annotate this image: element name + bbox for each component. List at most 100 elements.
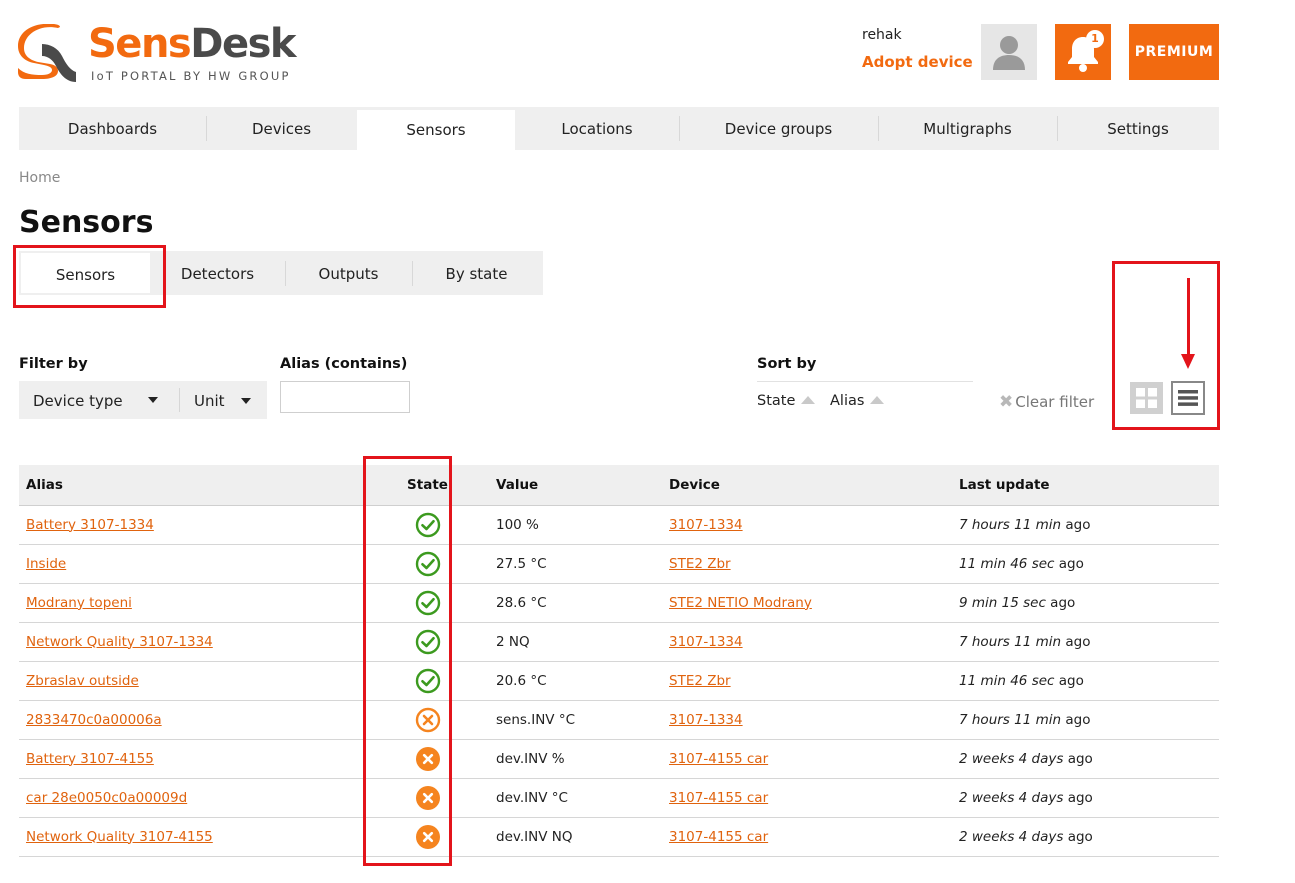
last-update-suffix: ago xyxy=(1061,711,1091,728)
cell-alias: Inside xyxy=(19,544,366,584)
cell-device: 3107-4155 car xyxy=(662,778,952,818)
sort-state-label: State xyxy=(757,393,796,409)
last-update-time: 2 weeks 4 days xyxy=(959,750,1064,767)
column-header-value[interactable]: Value xyxy=(489,465,662,506)
premium-button[interactable]: PREMIUM xyxy=(1129,24,1219,80)
list-view-icon xyxy=(1178,390,1198,406)
nav-dashboards[interactable]: Dashboards xyxy=(19,107,206,150)
cell-value: dev.INV °C xyxy=(489,778,662,818)
user-avatar-button[interactable] xyxy=(981,24,1037,80)
check-circle-icon xyxy=(415,629,440,654)
user-icon xyxy=(993,36,1025,70)
cell-alias: Modrany topeni xyxy=(19,583,366,623)
device-link[interactable]: STE2 Zbr xyxy=(669,556,731,572)
cell-state xyxy=(366,583,489,623)
grid-view-button[interactable] xyxy=(1130,382,1163,414)
cell-alias: Network Quality 3107-4155 xyxy=(19,817,366,857)
device-link[interactable]: STE2 Zbr xyxy=(669,673,731,689)
cell-alias: Battery 3107-1334 xyxy=(19,505,366,545)
subtab-detectors[interactable]: Detectors xyxy=(150,251,285,295)
adopt-device-link[interactable]: Adopt device xyxy=(862,53,973,71)
subtab-sensors[interactable]: Sensors xyxy=(21,253,150,293)
subtab-outputs[interactable]: Outputs xyxy=(285,251,412,295)
clear-filter-label: Clear filter xyxy=(1015,393,1095,411)
last-update-suffix: ago xyxy=(1061,516,1091,533)
sensdesk-logo[interactable]: SensDesk IoT PORTAL BY HW GROUP xyxy=(18,22,308,84)
column-header-last-update[interactable]: Last update xyxy=(952,465,1219,506)
alias-search-input[interactable] xyxy=(280,381,410,413)
table-row: Network Quality 3107-4155 dev.INV NQ 3107-… xyxy=(19,817,1219,857)
unit-dropdown[interactable]: Unit xyxy=(179,388,267,412)
device-link[interactable]: 3107-1334 xyxy=(669,634,743,650)
column-header-state[interactable]: State xyxy=(366,465,489,506)
device-link[interactable]: 3107-4155 car xyxy=(669,790,768,806)
last-update-time: 2 weeks 4 days xyxy=(959,828,1064,845)
last-update-suffix: ago xyxy=(1063,750,1093,767)
last-update-suffix: ago xyxy=(1063,828,1093,845)
cell-last-update: 11 min 46 sec ago xyxy=(952,661,1219,701)
cell-state xyxy=(366,622,489,662)
nav-sensors[interactable]: Sensors xyxy=(357,110,515,153)
table-row: 2833470c0a00006a sens.INV °C 3107-1334 7 ho… xyxy=(19,700,1219,740)
sensor-alias-link[interactable]: 2833470c0a00006a xyxy=(26,712,162,728)
sensor-alias-link[interactable]: Battery 3107-1334 xyxy=(26,517,154,533)
sensors-table: Alias State Value Device Last update Bat… xyxy=(19,465,1219,857)
cell-last-update: 2 weeks 4 days ago xyxy=(952,739,1219,779)
sensor-alias-link[interactable]: car 28e0050c0a00009d xyxy=(26,790,187,806)
breadcrumb[interactable]: Home xyxy=(19,170,60,186)
sensor-alias-link[interactable]: Inside xyxy=(26,556,66,572)
sort-ascending-icon xyxy=(870,396,885,404)
device-link[interactable]: STE2 NETIO Modrany xyxy=(669,595,812,611)
sensdesk-logo-icon xyxy=(18,24,76,82)
device-link[interactable]: 3107-1334 xyxy=(669,517,743,533)
cell-device: STE2 Zbr xyxy=(662,544,952,584)
cell-state xyxy=(366,505,489,545)
cell-device: 3107-1334 xyxy=(662,622,952,662)
cell-value: dev.INV % xyxy=(489,739,662,779)
sensor-alias-link[interactable]: Zbraslav outside xyxy=(26,673,139,689)
nav-multigraphs[interactable]: Multigraphs xyxy=(878,107,1057,150)
check-circle-icon xyxy=(415,512,440,537)
username: rehak xyxy=(862,27,902,43)
sensor-alias-link[interactable]: Modrany topeni xyxy=(26,595,132,611)
last-update-time: 2 weeks 4 days xyxy=(959,789,1064,806)
device-link[interactable]: 3107-4155 car xyxy=(669,751,768,767)
column-header-device[interactable]: Device xyxy=(662,465,952,506)
device-type-dropdown[interactable]: Device type xyxy=(19,381,179,419)
sort-by-alias[interactable]: Alias xyxy=(830,393,885,409)
cell-device: 3107-1334 xyxy=(662,505,952,545)
table-row: car 28e0050c0a00009d dev.INV °C 3107-4155 … xyxy=(19,778,1219,818)
notifications-button[interactable]: 1 xyxy=(1055,24,1111,80)
x-circle-filled-icon xyxy=(415,824,440,849)
logo-word-desk: Desk xyxy=(190,21,296,67)
subtab-by-state[interactable]: By state xyxy=(412,251,541,295)
device-link[interactable]: 3107-1334 xyxy=(669,712,743,728)
table-row: Battery 3107-1334 100 % 3107-1334 7 hours 1… xyxy=(19,505,1219,545)
device-link[interactable]: 3107-4155 car xyxy=(669,829,768,845)
nav-devices[interactable]: Devices xyxy=(206,107,357,150)
nav-device-groups[interactable]: Device groups xyxy=(679,107,878,150)
table-row: Zbraslav outside 20.6 °C STE2 Zbr 11 min 46… xyxy=(19,661,1219,701)
nav-settings[interactable]: Settings xyxy=(1057,107,1219,150)
cell-alias: Network Quality 3107-1334 xyxy=(19,622,366,662)
sort-by-label: Sort by xyxy=(757,356,817,372)
cell-alias: car 28e0050c0a00009d xyxy=(19,778,366,818)
grid-view-icon xyxy=(1136,388,1157,408)
cell-device: 3107-4155 car xyxy=(662,739,952,779)
cell-device: STE2 Zbr xyxy=(662,661,952,701)
cell-state xyxy=(366,739,489,779)
cell-last-update: 2 weeks 4 days ago xyxy=(952,778,1219,818)
sort-by-state[interactable]: State xyxy=(757,393,816,409)
cell-value: 27.5 °C xyxy=(489,544,662,584)
sensor-alias-link[interactable]: Network Quality 3107-4155 xyxy=(26,829,213,845)
cell-device: 3107-1334 xyxy=(662,700,952,740)
list-view-button[interactable] xyxy=(1171,381,1205,415)
column-header-alias[interactable]: Alias xyxy=(19,465,366,506)
close-icon: ✖ xyxy=(999,392,1014,412)
sensor-alias-link[interactable]: Network Quality 3107-1334 xyxy=(26,634,213,650)
main-navigation: Dashboards Devices Sensors Locations Dev… xyxy=(19,107,1219,153)
clear-filter-button[interactable]: ✖ Clear filter xyxy=(999,392,1094,412)
cell-state xyxy=(366,778,489,818)
sensor-alias-link[interactable]: Battery 3107-4155 xyxy=(26,751,154,767)
nav-locations[interactable]: Locations xyxy=(515,107,679,150)
